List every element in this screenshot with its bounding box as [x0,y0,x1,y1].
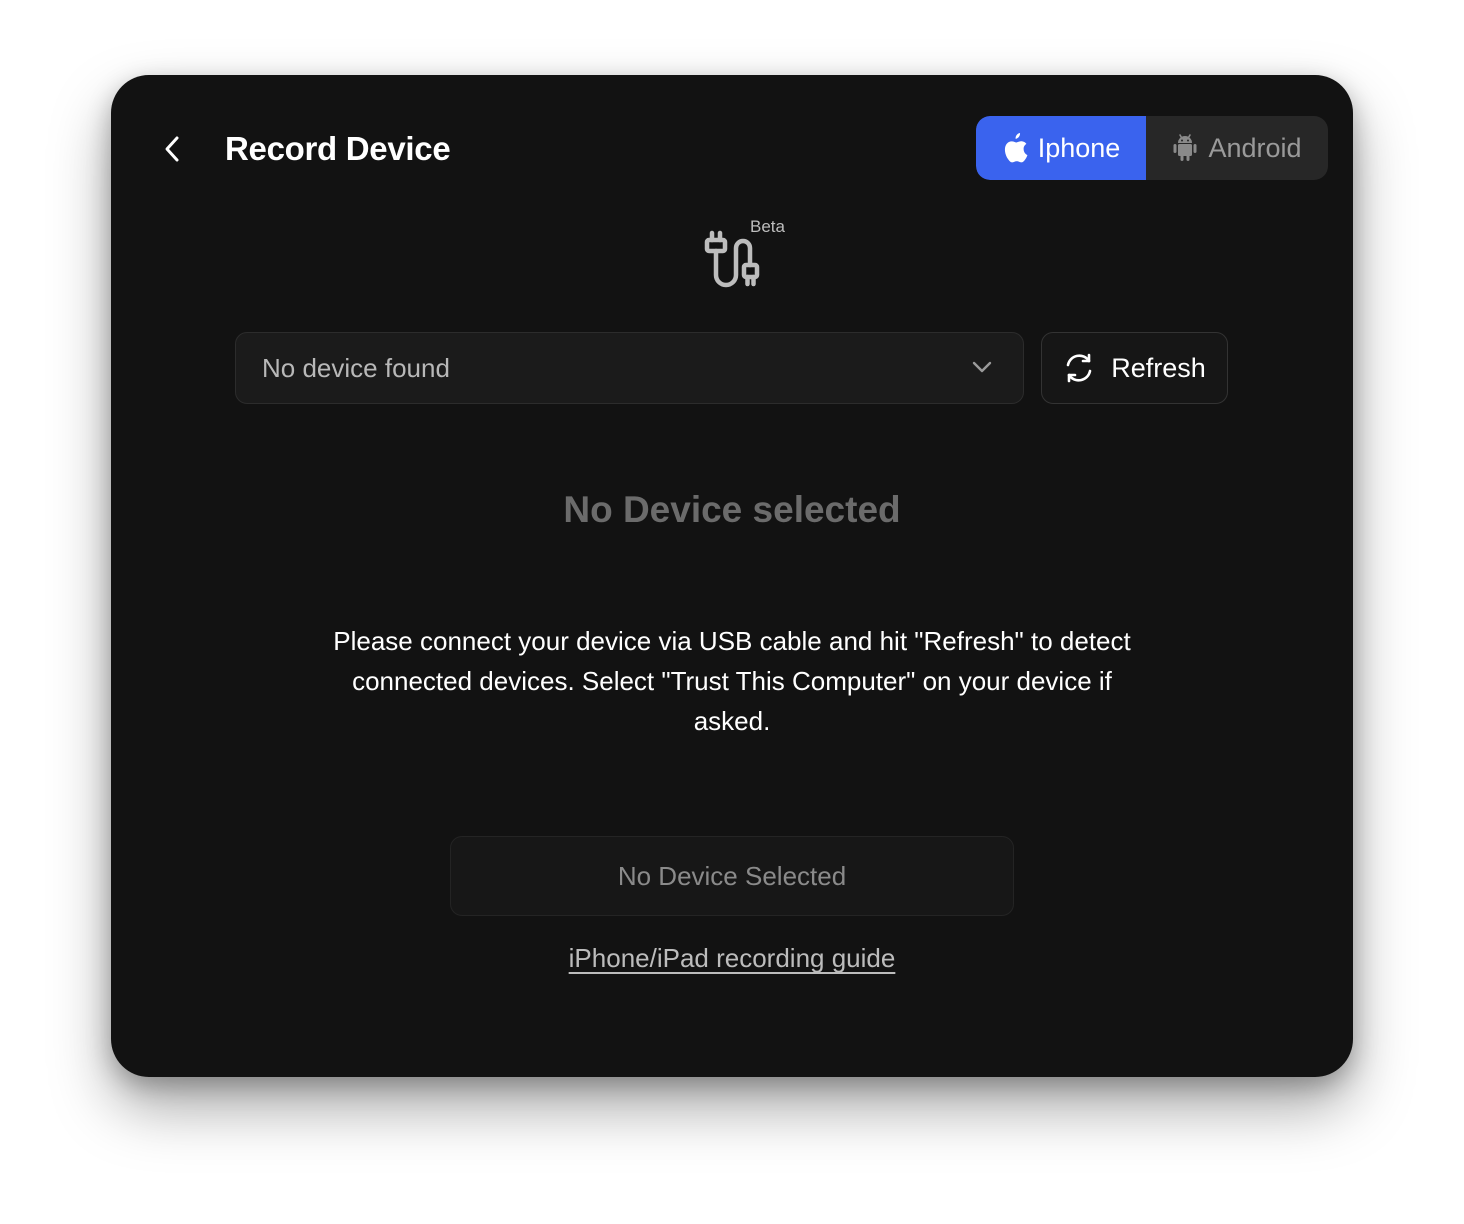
device-select-value: No device found [262,352,450,383]
status-title: No Device selected [563,489,901,530]
chevron-left-icon [165,136,179,162]
android-icon [1173,134,1197,161]
refresh-button[interactable]: Refresh [1041,332,1228,404]
tab-iphone[interactable]: Iphone [976,116,1146,180]
record-button-label: No Device Selected [617,860,847,891]
record-device-window: Record Device Iphone Android Beta No dev… [111,75,1353,1077]
tab-android-label: Android [1208,132,1302,163]
platform-toggle: Iphone Android [976,116,1328,180]
instructions-text: Please connect your device via USB cable… [333,626,1131,736]
tab-android[interactable]: Android [1146,116,1328,180]
record-button[interactable]: No Device Selected [450,836,1014,916]
beta-badge: Beta [750,217,785,236]
refresh-icon [1066,353,1092,383]
page-title: Record Device [225,130,451,167]
apple-icon [1004,133,1028,163]
recording-guide-link[interactable]: iPhone/iPad recording guide [569,943,896,973]
chevron-down-icon [972,361,992,373]
recording-guide-link-row: iPhone/iPad recording guide [111,943,1353,974]
back-button[interactable] [155,127,189,171]
device-select[interactable]: No device found [235,332,1024,404]
tab-iphone-label: Iphone [1037,132,1121,163]
refresh-label: Refresh [1111,352,1206,383]
